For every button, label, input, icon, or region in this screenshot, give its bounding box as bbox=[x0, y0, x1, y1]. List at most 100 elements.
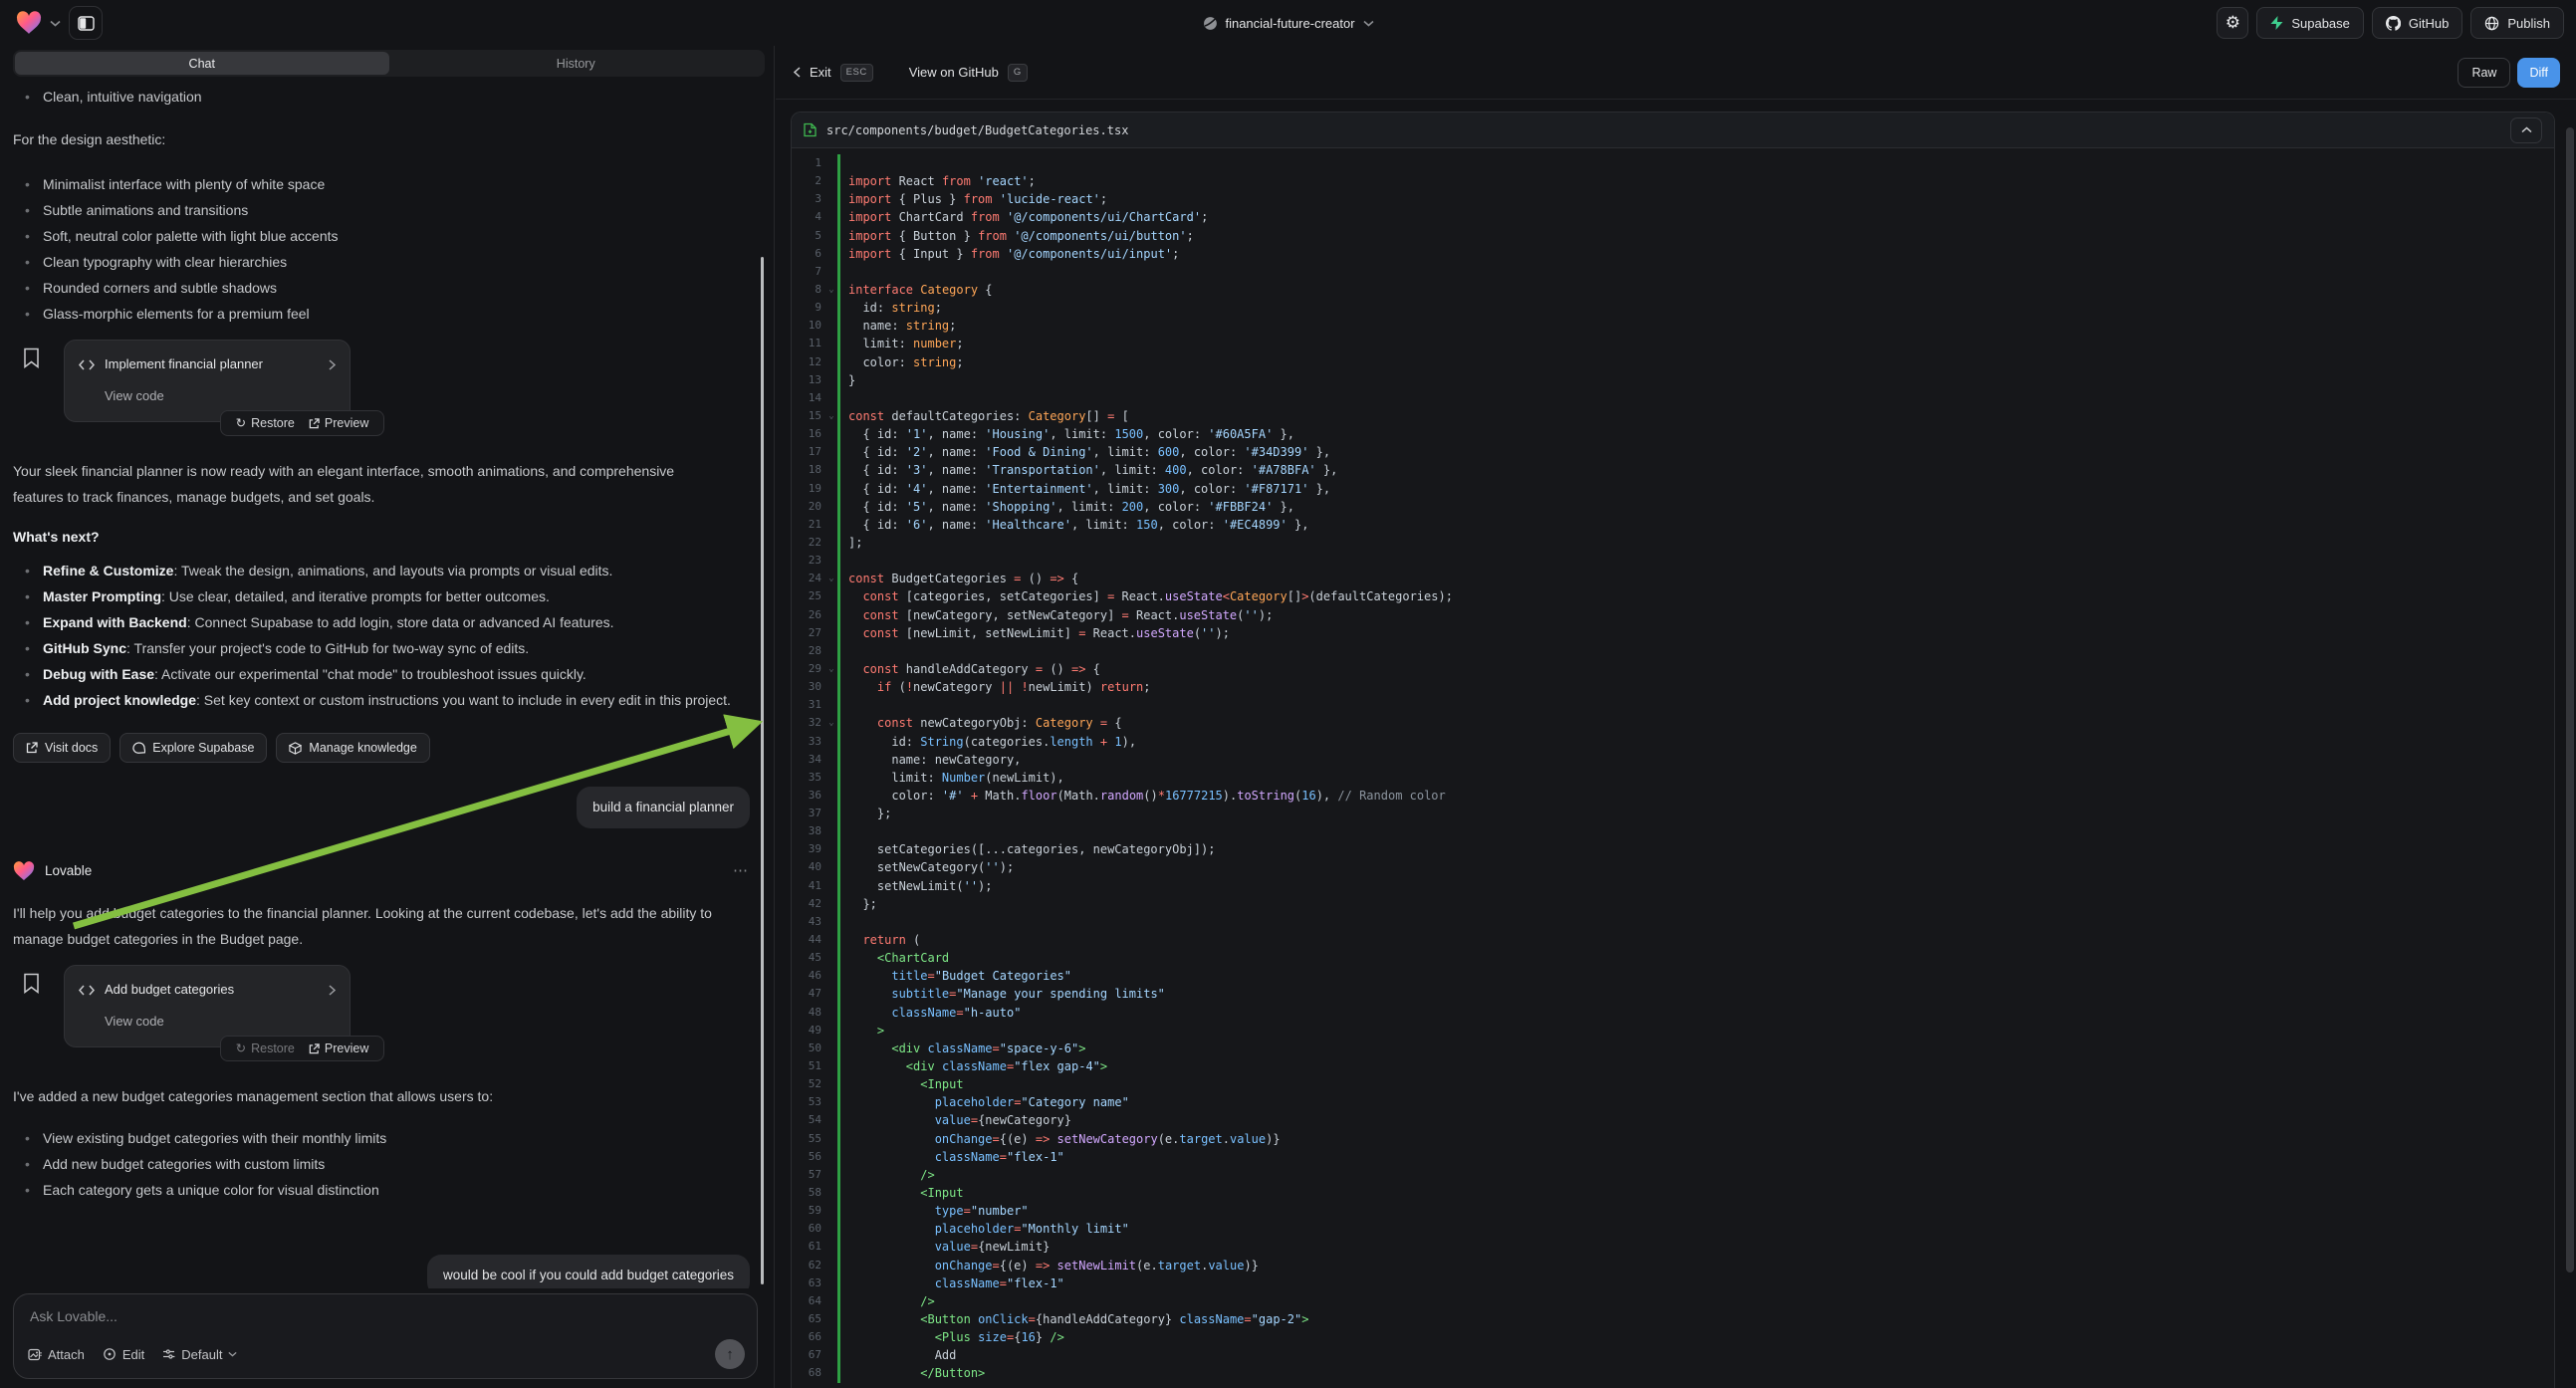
lovable-logo-icon[interactable] bbox=[16, 11, 42, 35]
explore-supabase-button[interactable]: Explore Supabase bbox=[119, 733, 267, 763]
code-text: const BudgetCategories = () => { bbox=[840, 570, 1078, 587]
restore-icon: ↻ bbox=[236, 1036, 246, 1061]
project-switcher[interactable]: financial-future-creator bbox=[1202, 0, 1373, 46]
code-line: 35 limit: Number(newLimit), bbox=[792, 769, 2554, 787]
line-number: 56 bbox=[792, 1148, 825, 1166]
view-code-link[interactable]: View code bbox=[105, 1009, 336, 1035]
line-number: 44 bbox=[792, 931, 825, 949]
line-number: 55 bbox=[792, 1130, 825, 1148]
line-number: 62 bbox=[792, 1257, 825, 1274]
g-key-badge: G bbox=[1008, 64, 1028, 82]
list-item: Debug with Ease: Activate our experiment… bbox=[13, 661, 750, 687]
code-text: if (!newCategory || !newLimit) return; bbox=[840, 678, 1151, 696]
line-number: 50 bbox=[792, 1040, 825, 1057]
fold-chevron-icon[interactable]: ⌄ bbox=[825, 281, 837, 299]
line-number: 37 bbox=[792, 805, 825, 822]
code-text: const newCategoryObj: Category = { bbox=[840, 714, 1122, 732]
code-text: { id: '3', name: 'Transportation', limit… bbox=[840, 461, 1337, 479]
chat-input-box[interactable]: Ask Lovable... Attach Edit Default ↑ bbox=[13, 1293, 758, 1379]
send-button[interactable]: ↑ bbox=[715, 1339, 745, 1369]
code-line: 63 className="flex-1" bbox=[792, 1274, 2554, 1292]
mode-selector[interactable]: Default bbox=[162, 1347, 237, 1362]
quick-actions-row: Visit docs Explore Supabase Manage knowl… bbox=[13, 733, 750, 763]
code-line: 31 bbox=[792, 696, 2554, 714]
collapse-file-button[interactable] bbox=[2510, 117, 2542, 143]
fold-chevron-icon[interactable]: ⌄ bbox=[825, 407, 837, 425]
supabase-button[interactable]: Supabase bbox=[2256, 7, 2364, 39]
edit-button[interactable]: Edit bbox=[103, 1347, 144, 1362]
code-text: <Input bbox=[840, 1075, 964, 1093]
list-item: Glass-morphic elements for a premium fee… bbox=[13, 301, 750, 327]
assistant-name: Lovable bbox=[45, 858, 92, 884]
code-line: 45 <ChartCard bbox=[792, 949, 2554, 967]
sidebar-toggle-button[interactable] bbox=[69, 6, 103, 40]
tab-history[interactable]: History bbox=[389, 52, 764, 75]
chat-panel: Chat History Clean, intuitive navigation… bbox=[0, 46, 775, 1388]
code-text: import { Input } from '@/components/ui/i… bbox=[840, 245, 1179, 263]
restore-button[interactable]: ↻Restore bbox=[236, 410, 295, 436]
code-text: import { Button } from '@/components/ui/… bbox=[840, 227, 1194, 245]
bookmark-icon[interactable] bbox=[23, 347, 47, 368]
line-number: 23 bbox=[792, 552, 825, 570]
line-number: 9 bbox=[792, 299, 825, 317]
tab-chat[interactable]: Chat bbox=[15, 52, 389, 75]
fold-chevron-icon[interactable]: ⌄ bbox=[825, 660, 837, 678]
preview-button[interactable]: Preview bbox=[309, 410, 368, 436]
list-item: GitHub Sync: Transfer your project's cod… bbox=[13, 635, 750, 661]
external-link-icon bbox=[309, 1043, 320, 1054]
code-line: 37 }; bbox=[792, 805, 2554, 822]
code-text: <ChartCard bbox=[840, 949, 949, 967]
github-button[interactable]: GitHub bbox=[2372, 7, 2462, 39]
code-brackets-icon bbox=[79, 359, 95, 370]
workspace-chevron-down-icon[interactable] bbox=[50, 20, 61, 27]
gear-icon: ⚙ bbox=[2225, 13, 2240, 33]
list-item: Minimalist interface with plenty of whit… bbox=[13, 171, 750, 197]
code-text bbox=[840, 696, 848, 714]
version-card-block-1: Implement financial planner View code ↻R… bbox=[13, 340, 750, 436]
preview-button[interactable]: Preview bbox=[309, 1036, 368, 1061]
line-number: 43 bbox=[792, 913, 825, 931]
code-line: 50 <div className="space-y-6"> bbox=[792, 1040, 2554, 1057]
file-card-header[interactable]: src/components/budget/BudgetCategories.t… bbox=[792, 113, 2554, 148]
line-number: 68 bbox=[792, 1364, 825, 1382]
code-text: value={newLimit} bbox=[840, 1238, 1050, 1256]
code-line: 58 <Input bbox=[792, 1184, 2554, 1202]
publish-button[interactable]: Publish bbox=[2470, 7, 2564, 39]
code-scrollbar[interactable] bbox=[2566, 127, 2574, 1272]
settings-button[interactable]: ⚙ bbox=[2217, 7, 2248, 39]
fold-chevron-icon[interactable]: ⌄ bbox=[825, 714, 837, 732]
diff-toggle-button[interactable]: Diff bbox=[2517, 58, 2560, 88]
github-icon bbox=[2386, 16, 2401, 31]
code-line: 3import { Plus } from 'lucide-react'; bbox=[792, 190, 2554, 208]
list-item: Add project knowledge: Set key context o… bbox=[13, 687, 750, 713]
bookmark-icon[interactable] bbox=[23, 973, 47, 994]
raw-toggle-button[interactable]: Raw bbox=[2458, 58, 2510, 88]
code-text: const defaultCategories: Category[] = [ bbox=[840, 407, 1129, 425]
attach-button[interactable]: Attach bbox=[28, 1347, 85, 1362]
file-path: src/components/budget/BudgetCategories.t… bbox=[826, 123, 1128, 137]
list-item: Clean typography with clear hierarchies bbox=[13, 249, 750, 275]
list-item: Add new budget categories with custom li… bbox=[13, 1151, 750, 1177]
code-line: 65 <Button onClick={handleAddCategory} c… bbox=[792, 1310, 2554, 1328]
view-on-github-button[interactable]: View on GitHub G bbox=[909, 64, 1028, 82]
chat-scrollbar[interactable] bbox=[761, 257, 764, 1284]
line-number: 59 bbox=[792, 1202, 825, 1220]
code-line: 16 { id: '1', name: 'Housing', limit: 15… bbox=[792, 425, 2554, 443]
line-number: 49 bbox=[792, 1022, 825, 1040]
visit-docs-button[interactable]: Visit docs bbox=[13, 733, 111, 763]
lovable-avatar-icon bbox=[13, 861, 35, 881]
code-text: /> bbox=[840, 1166, 935, 1184]
line-number: 30 bbox=[792, 678, 825, 696]
version-toolbar-1: ↻Restore Preview bbox=[220, 410, 384, 436]
code-line: 62 onChange={(e) => setNewLimit(e.target… bbox=[792, 1257, 2554, 1274]
fold-chevron-icon[interactable]: ⌄ bbox=[825, 570, 837, 587]
message-more-icon[interactable]: ⋯ bbox=[733, 858, 750, 884]
view-code-link[interactable]: View code bbox=[105, 383, 336, 409]
line-number: 22 bbox=[792, 534, 825, 552]
code-line: 36 color: '#' + Math.floor(Math.random()… bbox=[792, 787, 2554, 805]
code-line: 56 className="flex-1" bbox=[792, 1148, 2554, 1166]
restore-button[interactable]: ↻Restore bbox=[236, 1036, 295, 1061]
code-panel: Exit ESC View on GitHub G Raw Diff src/c… bbox=[776, 46, 2576, 1388]
manage-knowledge-button[interactable]: Manage knowledge bbox=[276, 733, 429, 763]
exit-button[interactable]: Exit ESC bbox=[794, 64, 873, 82]
